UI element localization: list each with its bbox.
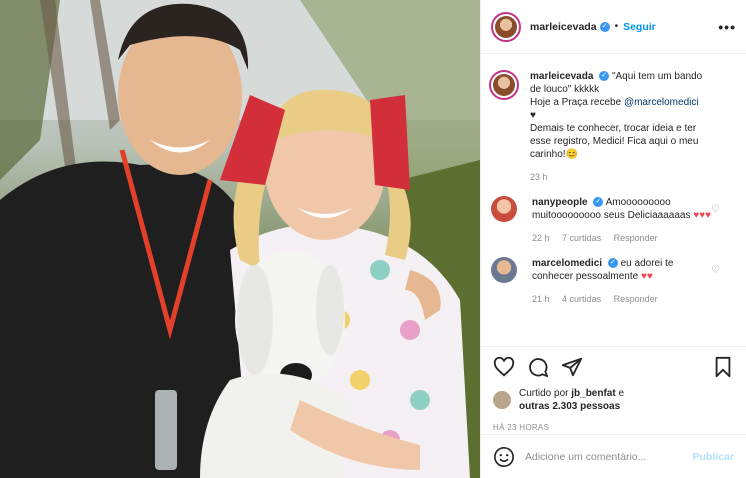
- header-username[interactable]: marleicevada: [530, 21, 597, 33]
- verified-icon: ✓: [599, 71, 610, 82]
- verified-icon: ✓: [599, 21, 610, 32]
- comment-like-icon[interactable]: ♡: [711, 204, 720, 215]
- comment-time[interactable]: 21 h: [532, 294, 550, 304]
- comment-item: marcelomedici ✓ eu adorei te conhecer pe…: [491, 257, 736, 306]
- action-bar: Curtido por jb_benfat e outras 2.303 pes…: [481, 346, 746, 432]
- reply-button[interactable]: Responder: [614, 294, 658, 304]
- comment-body: marcelomedici ✓ eu adorei te conhecer pe…: [532, 257, 736, 306]
- share-icon[interactable]: [561, 356, 583, 378]
- caption-time[interactable]: 23 h: [530, 172, 548, 182]
- comment-input[interactable]: Adicione um comentário...: [525, 451, 693, 463]
- mention-link[interactable]: @marcelomedici: [624, 97, 699, 108]
- comment-item: nanypeople ✓ Amooooooooo muitooooooooo s…: [491, 196, 736, 245]
- likes-prefix: Curtido por: [519, 388, 572, 399]
- comment-likes[interactable]: 4 curtidas: [562, 294, 601, 304]
- comments-list[interactable]: marleicevada ✓ "Aqui tem um bando de lou…: [481, 60, 746, 346]
- caption-heart: ♥: [530, 110, 536, 121]
- comment-time[interactable]: 22 h: [532, 233, 550, 243]
- publish-button[interactable]: Publicar: [693, 451, 734, 463]
- likes-connector: e: [615, 388, 625, 399]
- verified-icon: ✓: [607, 258, 618, 269]
- add-comment-bar: Adicione um comentário... Publicar: [481, 434, 746, 478]
- comment-avatar[interactable]: [491, 257, 517, 283]
- liker-username[interactable]: jb_benfat: [571, 388, 615, 399]
- post-sidebar: marleicevada ✓ • Seguir ••• marleicevada…: [480, 0, 746, 478]
- separator-dot: •: [614, 21, 619, 32]
- instagram-post: marleicevada ✓ • Seguir ••• marleicevada…: [0, 0, 746, 478]
- comment-emoji: ♥♥: [640, 271, 653, 282]
- comment-username[interactable]: marcelomedici: [532, 258, 602, 269]
- reply-button[interactable]: Responder: [614, 233, 658, 243]
- caption-body: marleicevada ✓ "Aqui tem um bando de lou…: [530, 70, 736, 184]
- bookmark-icon[interactable]: [712, 356, 734, 378]
- follow-button[interactable]: Seguir: [623, 21, 656, 33]
- post-timestamp[interactable]: HÁ 23 HORAS: [493, 423, 734, 432]
- caption-line-2: Hoje a Praça recebe: [530, 97, 624, 108]
- heart-icon[interactable]: [493, 356, 515, 378]
- comment-emoji: ♥♥♥: [693, 210, 712, 221]
- post-photo[interactable]: [0, 0, 480, 478]
- comment-body: nanypeople ✓ Amooooooooo muitooooooooo s…: [532, 196, 736, 245]
- likes-summary: Curtido por jb_benfat e outras 2.303 pes…: [493, 387, 734, 413]
- comment-likes[interactable]: 7 curtidas: [562, 233, 601, 243]
- likes-count[interactable]: outras 2.303 pessoas: [519, 401, 620, 412]
- caption-avatar[interactable]: [489, 70, 519, 100]
- comment-icon[interactable]: [527, 356, 549, 378]
- more-options-icon[interactable]: •••: [718, 19, 736, 35]
- emoji-icon[interactable]: [493, 446, 515, 468]
- profile-avatar[interactable]: [491, 11, 521, 42]
- comment-avatar[interactable]: [491, 196, 517, 222]
- comment-username[interactable]: nanypeople: [532, 197, 588, 208]
- photo-illustration: [0, 0, 480, 478]
- comment-like-icon[interactable]: ♡: [711, 265, 720, 276]
- post-header: marleicevada ✓ • Seguir •••: [481, 0, 746, 54]
- liker-avatar[interactable]: [493, 391, 511, 409]
- verified-icon: ✓: [593, 197, 604, 208]
- caption-line-4: Demais te conhecer, trocar ideia e ter e…: [530, 123, 699, 160]
- caption: marleicevada ✓ "Aqui tem um bando de lou…: [489, 70, 736, 184]
- caption-username[interactable]: marleicevada: [530, 71, 593, 82]
